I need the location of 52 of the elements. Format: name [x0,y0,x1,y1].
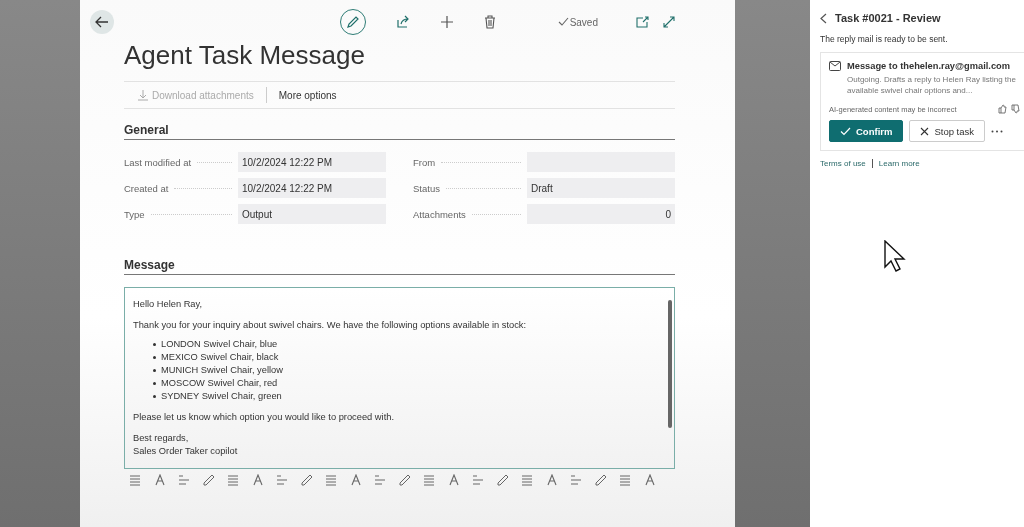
checkmark-icon [557,17,569,27]
field-label: Attachments [413,208,466,220]
field-label: Created at [124,182,169,194]
checkmark-icon [840,126,851,136]
thumbs-up-icon[interactable] [998,104,1007,114]
message-text: Hello Helen Ray, [133,299,203,309]
close-icon [920,126,930,136]
field-value[interactable]: Output [238,204,386,224]
field-value[interactable]: Draft [527,178,675,198]
back-arrow-icon [94,14,110,30]
list-item: MEXICO Swivel Chair, black [161,351,279,364]
message-text: Sales Order Taker copilot [133,446,238,456]
thumbs-down-icon[interactable] [1011,104,1020,114]
field-label: From [413,156,436,168]
list-item: SYDNEY Swivel Chair, green [161,390,282,403]
list-item: MUNICH Swivel Chair, yellow [161,364,283,377]
mail-icon [829,61,841,71]
mouse-pointer-icon [884,240,906,272]
field-value[interactable]: 10/2/2024 12:22 PM [238,152,386,172]
field-label: Status [413,182,440,194]
pencil-icon [346,15,360,29]
page-title: Agent Task Message [124,40,675,82]
share-icon[interactable] [396,15,410,29]
card-description: Outgoing. Drafts a reply to Helen Ray listing the available swivel chair options and... [847,74,1017,96]
card-button[interactable]: Stop task [909,120,986,142]
list-item: LONDON Swivel Chair, blue [161,338,278,351]
message-text: Best regards, [133,433,189,443]
back-icon[interactable] [820,12,827,24]
footer-link[interactable]: Terms of use [820,159,866,168]
plus-icon[interactable] [440,15,454,29]
list-item: MOSCOW Swivel Chair, red [161,377,278,390]
field-value[interactable]: 10/2/2024 12:22 PM [238,178,386,198]
trash-icon[interactable] [484,15,496,29]
section-heading: General [124,123,675,140]
back-button[interactable] [90,10,114,34]
field-value[interactable]: 0 [527,204,675,224]
section-heading: Message [124,258,675,275]
save-status: Saved [557,16,598,28]
message-text: Thank you for your inquiry about swivel chairs. We have the following options available in stock: [133,320,527,330]
download-icon [138,89,148,101]
card-title: Message to thehelen.ray@gmail.com [847,61,1011,71]
footer-link[interactable]: Learn more [878,159,920,168]
status-text: The reply mail is ready to be sent. [820,34,949,44]
field-label: Type [124,208,145,220]
open-new-window-icon[interactable] [636,16,649,28]
field-label: Last modified at [124,156,192,168]
pane-title: Task #0021 - Review [835,12,941,24]
message-text: Please let us know which option you would like to proceed with. [133,412,394,422]
expand-icon[interactable] [663,16,675,28]
message-editor[interactable] [124,287,675,469]
card-button[interactable]: Confirm [829,120,904,142]
action-button[interactable]: More options [270,89,345,101]
